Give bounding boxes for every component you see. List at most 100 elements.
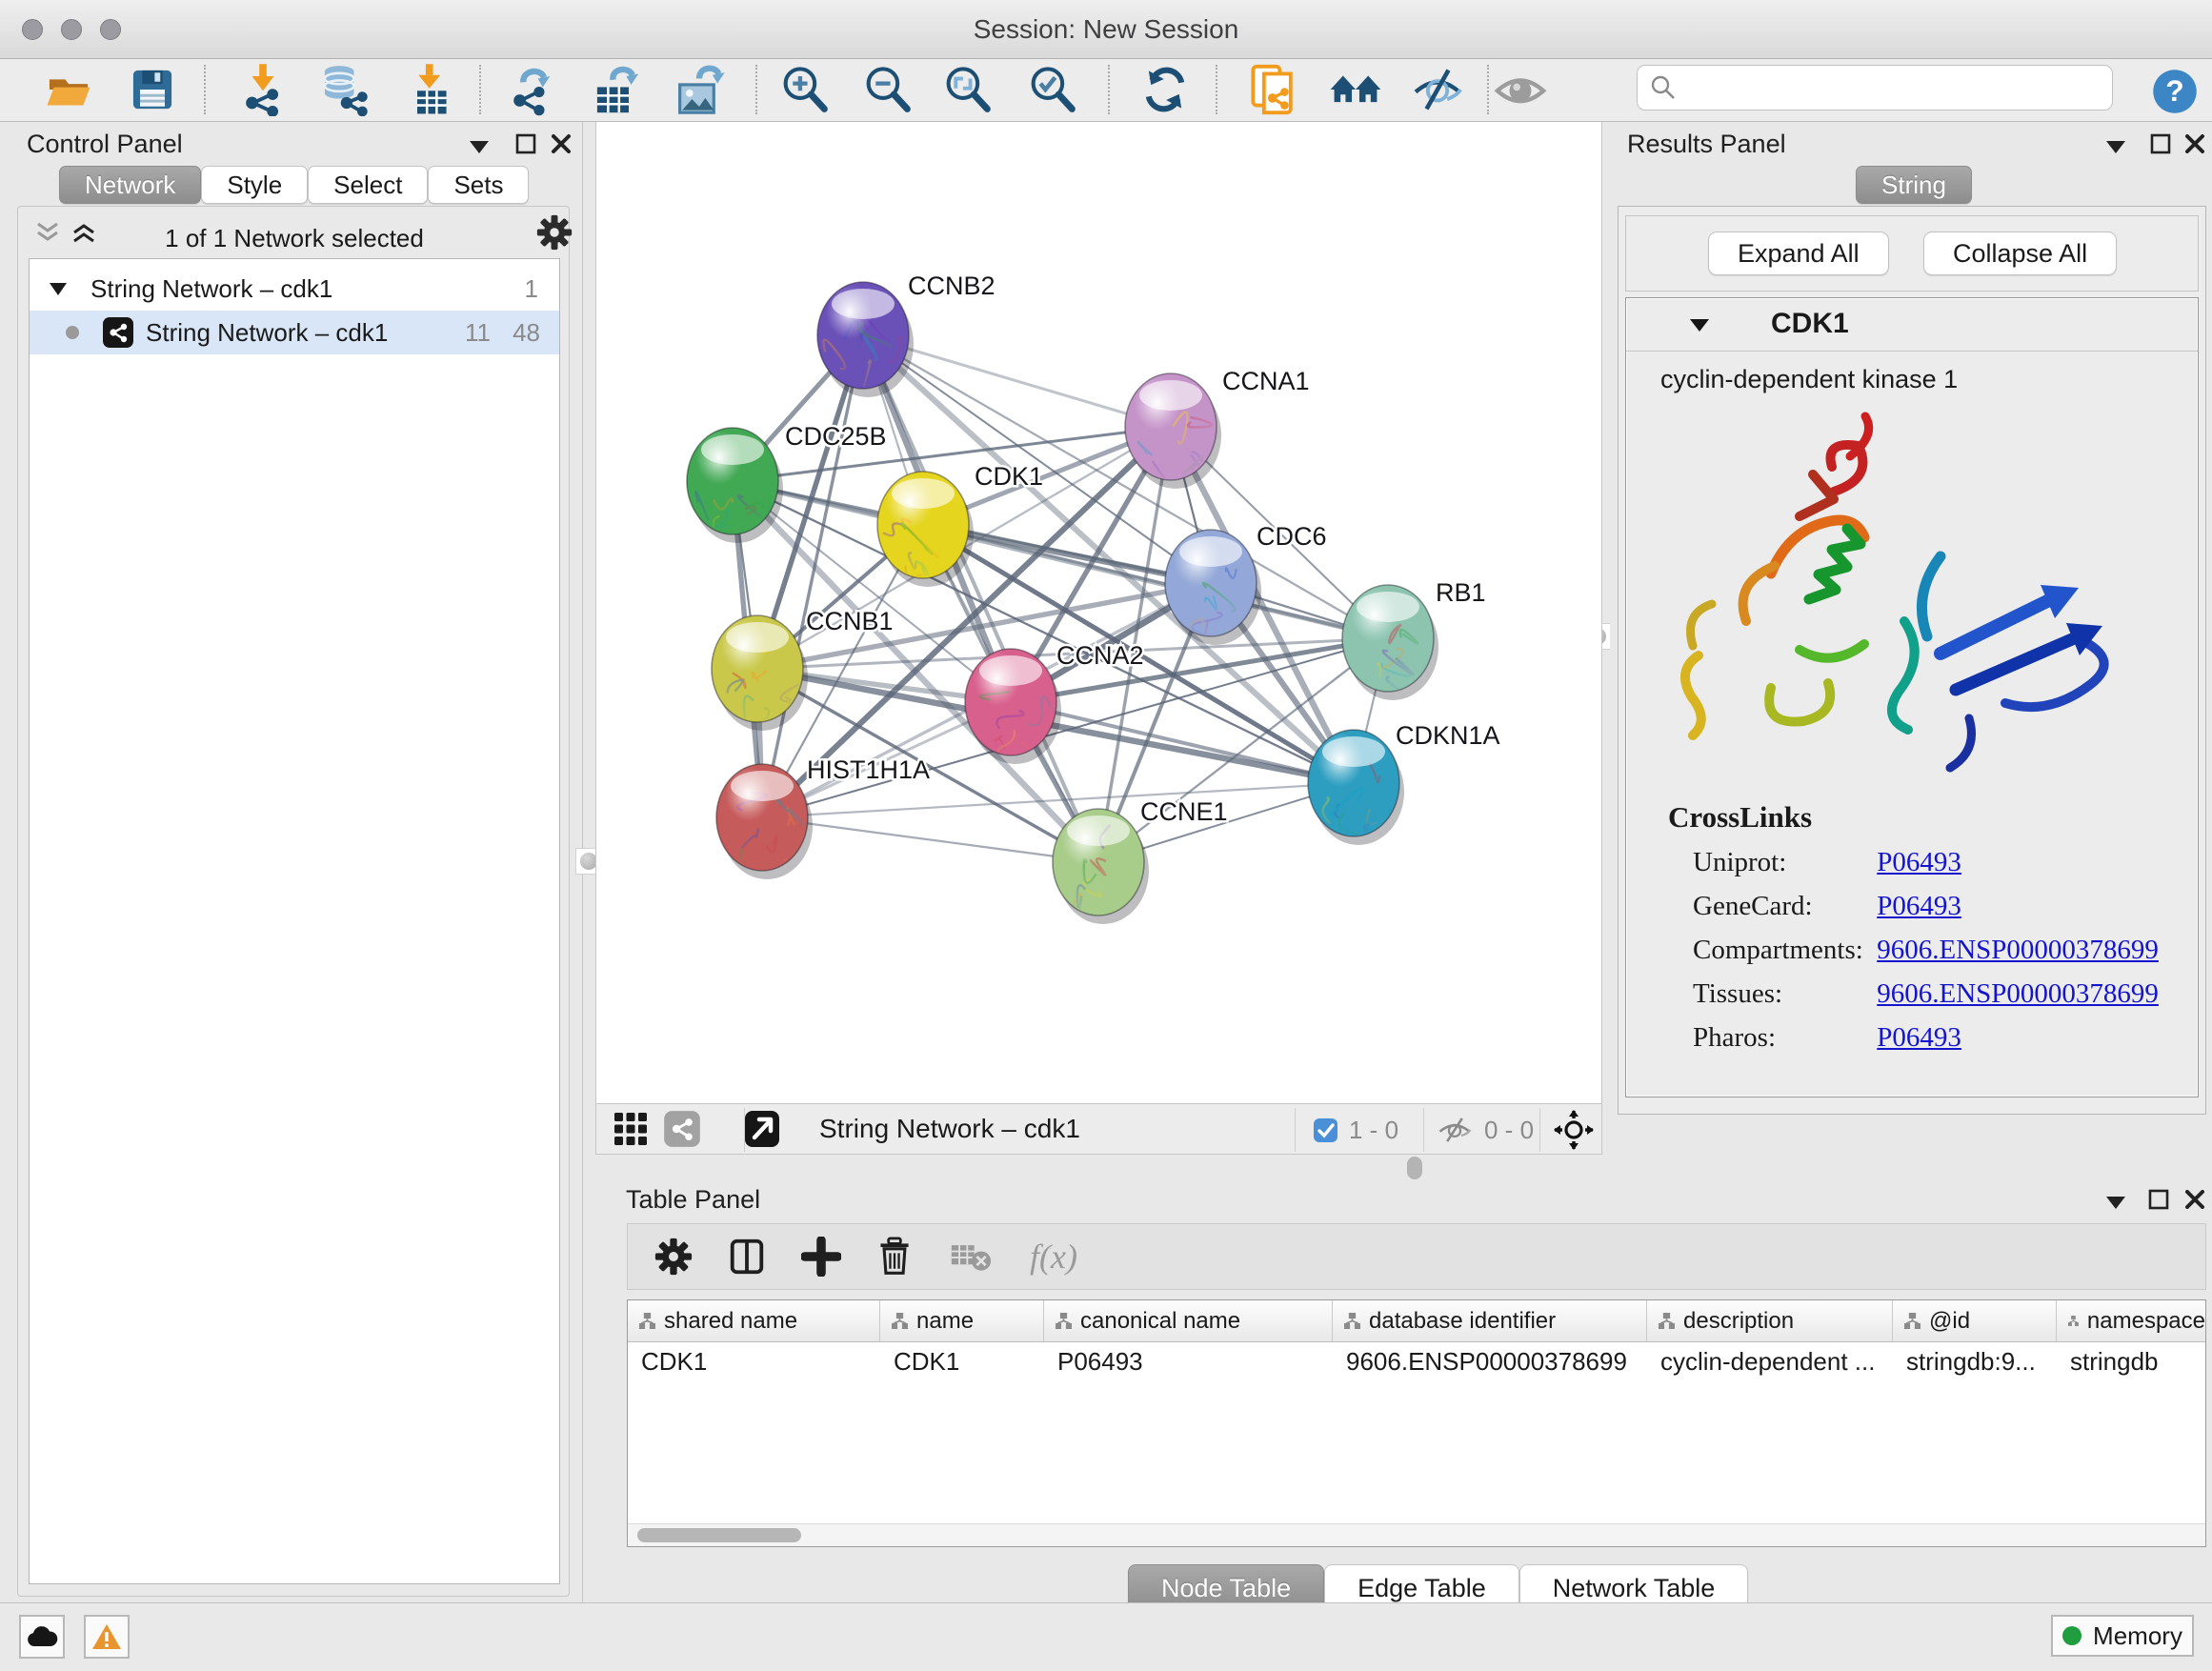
network-node-RB1[interactable]: RB1 [1342,578,1486,702]
detach-view-icon[interactable] [743,1109,781,1149]
tab-style[interactable]: Style [201,166,308,204]
search-icon [1649,73,1678,102]
crosslink-compartments[interactable]: 9606.ENSP00000378699 [1877,935,2159,965]
network-canvas[interactable]: CCNB2CCNA1CDC25BCDK1CDC6RB1CCNB1CCNA2CDK… [596,122,1601,1101]
tab-select[interactable]: Select [308,166,428,204]
crosslink-genecard[interactable]: P06493 [1877,891,1961,921]
crosslink-row: Uniprot: P06493 [1693,840,2198,884]
float-panel-icon[interactable] [2105,139,2126,154]
column-header-database-identifier[interactable]: database identifier [1333,1300,1647,1341]
crosslink-label: GeneCard: [1693,884,1870,928]
cloud-icon [26,1625,58,1648]
node-label: HIST1H1A [807,755,930,784]
import-network-file-button[interactable] [234,61,292,118]
hidden-eye-slash-icon[interactable] [1437,1116,1473,1144]
network-collection-row[interactable]: String Network – cdk1 1 [30,267,559,311]
export-table-button[interactable] [587,61,644,118]
gear-icon[interactable] [536,214,573,251]
protein-structure-image [1655,404,2169,785]
node-label: RB1 [1436,578,1486,607]
trash-icon[interactable] [875,1237,914,1277]
selected-checkbox-icon[interactable] [1313,1117,1338,1143]
tab-sets[interactable]: Sets [428,166,529,204]
first-neighbors-button[interactable] [1327,61,1384,118]
close-panel-icon[interactable] [2184,1189,2205,1210]
network-node-HIST1H1A[interactable]: HIST1H1A [716,755,930,889]
network-view-toolbar: String Network – cdk1 1 - 0 0 - 0 [595,1103,1602,1155]
warning-button[interactable] [84,1615,130,1659]
scrollbar-thumb[interactable] [637,1528,801,1542]
column-type-icon [892,1313,908,1329]
zoom-in-button[interactable] [776,61,834,118]
memory-label: Memory [2093,1621,2182,1651]
show-all-button[interactable] [1492,61,1549,118]
memory-button[interactable]: Memory [2051,1615,2194,1657]
maximize-panel-icon[interactable] [2150,133,2171,154]
maximize-panel-icon[interactable] [515,133,536,154]
toolbar-separator [1108,65,1110,114]
zoom-fit-icon [941,63,995,116]
birdseye-crosshair-icon[interactable] [1553,1109,1595,1151]
network-view-badge-icon[interactable] [663,1110,701,1148]
network-node-CDKN1A[interactable]: CDKN1A [1308,721,1500,845]
network-label: String Network – cdk1 [146,318,388,348]
network-node-CDC6[interactable]: CDC6 [1165,522,1327,650]
network-node-CCNE1[interactable]: CCNE1 [1053,797,1228,930]
save-session-button[interactable] [124,61,181,118]
crosslink-label: Uniprot: [1693,840,1870,884]
tab-network[interactable]: Network [59,166,201,204]
hide-selected-button[interactable] [1409,61,1466,118]
collapse-all-button[interactable]: Collapse All [1923,232,2117,275]
column-header-canonical-name[interactable]: canonical name [1044,1300,1333,1341]
search-input[interactable] [1678,72,2112,104]
close-panel-icon[interactable] [2184,133,2205,154]
network-row[interactable]: String Network – cdk1 11 48 [30,311,559,354]
disclosure-triangle-icon[interactable] [49,282,68,296]
gear-icon[interactable] [654,1238,693,1276]
network-node-CDK1[interactable]: CDK1 [877,462,1043,587]
help-button[interactable]: ? [2146,63,2203,120]
refresh-view-button[interactable] [1136,61,1194,118]
string-document-icon [1247,63,1300,116]
table-horizontal-scrollbar[interactable] [628,1523,2205,1546]
column-type-icon [1056,1313,1072,1329]
column-header-name[interactable]: name [880,1300,1044,1341]
column-header-shared-name[interactable]: shared name [628,1300,880,1341]
crosslink-tissues[interactable]: 9606.ENSP00000378699 [1877,978,2159,1009]
search-box[interactable] [1637,65,2113,111]
grid-view-icon[interactable] [612,1110,650,1148]
cloud-button[interactable] [19,1615,65,1659]
zoom-fit-button[interactable] [939,61,996,118]
cell-namespace: stringdb [2057,1347,2205,1377]
show-column-icon[interactable] [727,1237,767,1277]
tab-string[interactable]: String [1856,166,1972,204]
export-image-button[interactable] [671,61,728,118]
selected-counts: 1 - 0 [1349,1116,1398,1145]
import-table-button[interactable] [402,61,459,118]
column-header-id[interactable]: @id [1893,1300,2057,1341]
disclosure-triangle-icon[interactable] [1689,317,1710,332]
zoom-selected-button[interactable] [1024,61,1081,118]
crosslink-pharos[interactable]: P06493 [1877,1022,1961,1053]
crosslink-uniprot[interactable]: P06493 [1877,847,1961,877]
close-panel-icon[interactable] [551,133,572,154]
export-network-button[interactable] [502,61,559,118]
float-panel-icon[interactable] [2105,1195,2126,1210]
column-header-description[interactable]: description [1647,1300,1893,1341]
add-icon[interactable] [801,1237,841,1277]
open-session-button[interactable] [40,61,97,118]
float-panel-icon[interactable] [469,139,490,154]
column-header-namespace[interactable]: namespace [2057,1300,2205,1341]
maximize-panel-icon[interactable] [2148,1189,2169,1210]
splitter-grip[interactable] [1407,1157,1422,1179]
import-network-database-button[interactable] [314,61,372,118]
delete-table-icon[interactable] [950,1239,992,1274]
zoom-out-button[interactable] [859,61,916,118]
function-builder-icon[interactable]: f(x) [1030,1237,1077,1277]
expand-all-button[interactable]: Expand All [1708,232,1889,275]
result-card-header[interactable]: CDK1 [1626,298,2198,352]
table-row[interactable]: CDK1 CDK1 P06493 9606.ENSP00000378699 cy… [628,1342,2205,1380]
application-window: Session: New Session [0,0,2212,1671]
network-view[interactable]: CCNB2CCNA1CDC25BCDK1CDC6RB1CCNB1CCNA2CDK… [595,122,1602,1103]
string-document-button[interactable] [1245,61,1302,118]
